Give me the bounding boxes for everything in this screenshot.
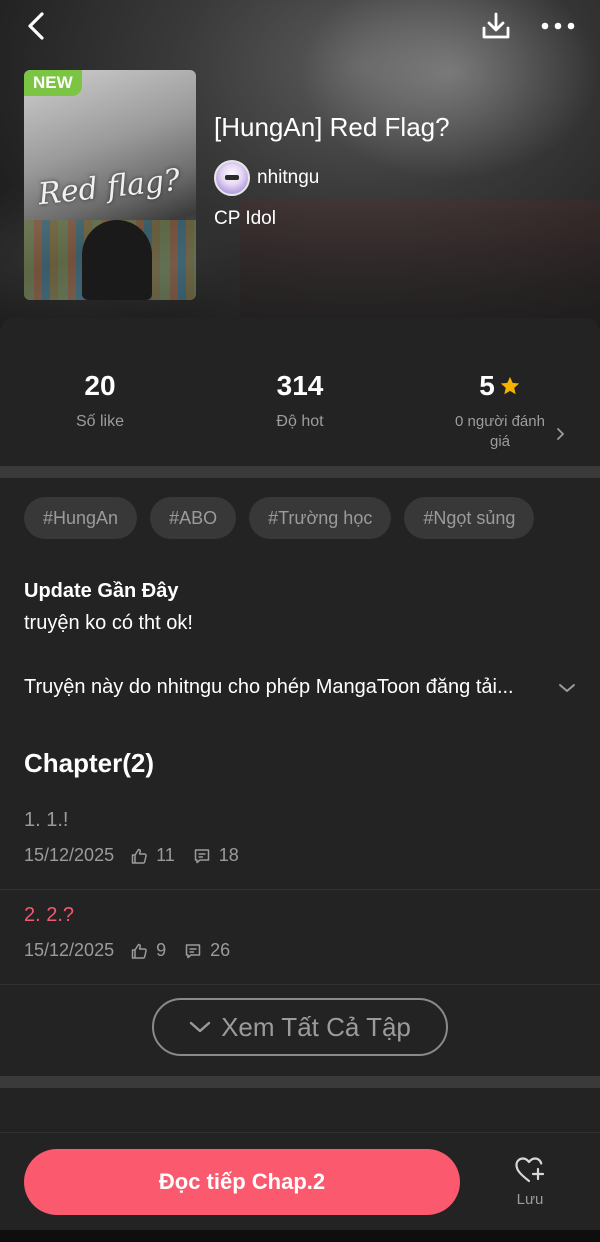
chapter-meta: 15/12/2025 9 26: [24, 940, 248, 961]
back-button[interactable]: [18, 8, 54, 44]
book-header: Red flag? NEW [HungAn] Red Flag? nhitngu…: [0, 0, 600, 330]
description-toggle[interactable]: Truyện này do nhitngu cho phép MangaToon…: [24, 676, 576, 699]
heart-plus-icon: [515, 1157, 545, 1183]
bottom-action-bar: Đọc tiếp Chap.2 Lưu: [0, 1132, 600, 1230]
thumbs-up-icon: [130, 942, 148, 960]
chapter-like-count: 11: [156, 845, 175, 865]
save-button[interactable]: Lưu: [500, 1155, 560, 1215]
chapter-row[interactable]: 2. 2.? 15/12/2025 9 26: [0, 890, 600, 985]
comment-icon: [184, 942, 202, 960]
chapter-heading: Chapter(2): [24, 748, 155, 778]
tag-chip[interactable]: #HungAn: [24, 497, 138, 539]
chapter-date: 15/12/2025: [24, 940, 115, 960]
comment-icon: [193, 847, 211, 865]
rating-label: 0 người đánh giá: [455, 413, 545, 450]
more-dots-icon: [541, 22, 575, 30]
rating-value: 5: [479, 370, 495, 401]
chapter-title: 2. 2.?: [24, 904, 75, 926]
cover-artwork-figure: [82, 220, 152, 300]
chevron-down-icon: [559, 683, 575, 692]
thumbs-up-icon: [130, 847, 148, 865]
book-cover[interactable]: Red flag? NEW: [24, 70, 196, 300]
likes-label: Số like: [75, 413, 125, 430]
stats-card: 20 Số like 314 Độ hot 5 0 người đánh giá: [0, 318, 600, 466]
book-category[interactable]: CP Idol: [214, 208, 276, 230]
chapter-date: 15/12/2025: [24, 845, 115, 865]
download-icon: [482, 12, 510, 39]
chapter-meta: 15/12/2025 11 18: [24, 845, 257, 866]
chapter-comment-count: 26: [210, 940, 231, 960]
chevron-down-icon: [189, 1021, 211, 1033]
continue-reading-button[interactable]: Đọc tiếp Chap.2: [24, 1149, 460, 1215]
description-text: Truyện này do nhitngu cho phép MangaToon…: [24, 676, 514, 698]
hot-value: 314: [276, 370, 324, 401]
chapter-comment-count: 18: [218, 845, 239, 865]
section-divider: [0, 466, 600, 478]
view-all-label: Xem Tất Cả Tập: [221, 1011, 411, 1042]
update-heading: Update Gần Đây: [24, 580, 179, 602]
author-link[interactable]: nhitngu: [214, 160, 319, 196]
tag-chip[interactable]: #Ngọt sủng: [404, 497, 535, 539]
hot-label: Độ hot: [276, 413, 324, 430]
tag-list: #HungAn #ABO #Trường học #Ngọt sủng: [24, 497, 535, 539]
system-nav-strip: [0, 1230, 600, 1242]
view-all-chapters-button[interactable]: Xem Tất Cả Tập: [152, 998, 448, 1056]
chapter-title: 1. 1.!: [24, 809, 69, 831]
header-background-lower: [240, 200, 600, 330]
stat-rating[interactable]: 5 0 người đánh giá: [400, 370, 600, 452]
likes-value: 20: [84, 370, 116, 401]
update-text: truyện ko có tht ok!: [24, 612, 193, 634]
author-avatar: [214, 160, 250, 196]
section-divider: [0, 1076, 600, 1088]
download-button[interactable]: [478, 8, 514, 44]
more-options-button[interactable]: [538, 8, 578, 44]
tag-chip[interactable]: #ABO: [150, 497, 237, 539]
row-divider: [0, 984, 600, 985]
chevron-left-icon: [28, 12, 44, 40]
save-label: Lưu: [516, 1191, 544, 1208]
chevron-right-icon: [557, 428, 565, 440]
chapter-like-count: 9: [156, 940, 167, 960]
cover-title-text: Red flag?: [36, 162, 182, 213]
chapter-row[interactable]: 1. 1.! 15/12/2025 11 18: [0, 795, 600, 890]
new-badge: NEW: [24, 70, 82, 96]
tag-chip[interactable]: #Trường học: [249, 497, 392, 539]
star-icon: [500, 376, 519, 395]
stat-likes: 20 Số like: [0, 370, 200, 432]
author-name: nhitngu: [257, 167, 320, 188]
stat-hot: 314 Độ hot: [200, 370, 400, 432]
book-title: [HungAn] Red Flag?: [214, 112, 450, 142]
